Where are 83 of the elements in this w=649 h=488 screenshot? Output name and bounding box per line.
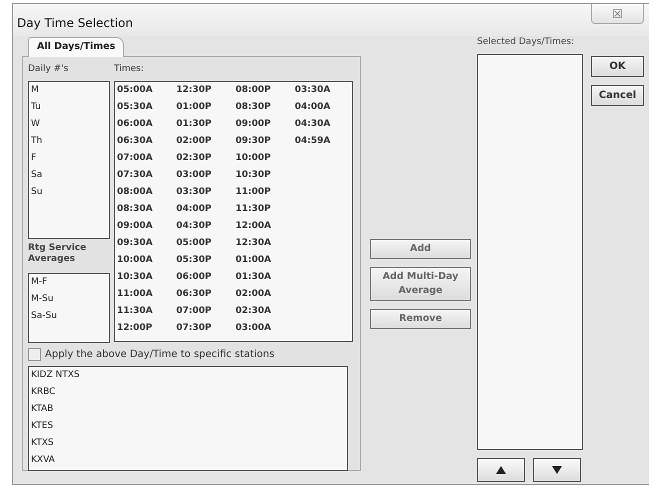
close-button[interactable]: ☒ bbox=[591, 4, 644, 24]
time-item[interactable]: 12:00A bbox=[234, 218, 293, 235]
time-item[interactable]: 07:00A bbox=[115, 150, 174, 167]
list-item[interactable]: M-F bbox=[29, 274, 109, 291]
list-item[interactable]: Th bbox=[29, 132, 109, 150]
time-item[interactable]: 07:00P bbox=[174, 302, 234, 320]
time-item[interactable]: 03:00A bbox=[234, 320, 293, 337]
station-item[interactable]: KTAB bbox=[29, 400, 347, 418]
down-triangle-icon bbox=[552, 466, 562, 474]
time-item[interactable]: 09:30P bbox=[234, 132, 293, 150]
time-item[interactable]: 01:00A bbox=[234, 252, 293, 269]
list-item[interactable]: Sa bbox=[29, 166, 109, 184]
time-item[interactable]: 03:30P bbox=[174, 184, 234, 201]
time-item[interactable]: 11:00A bbox=[115, 286, 174, 303]
time-item[interactable]: 09:00P bbox=[234, 116, 293, 133]
time-item[interactable]: 12:00P bbox=[115, 320, 174, 337]
remove-button[interactable]: Remove bbox=[370, 309, 471, 329]
time-item[interactable]: 04:59A bbox=[292, 132, 352, 150]
list-item[interactable]: Tu bbox=[29, 98, 109, 116]
time-item[interactable]: 11:30P bbox=[234, 200, 293, 218]
time-item[interactable]: 04:30A bbox=[292, 116, 352, 133]
up-triangle-icon bbox=[496, 466, 506, 474]
time-item[interactable]: 02:30P bbox=[174, 150, 234, 167]
time-item[interactable]: 08:00A bbox=[115, 184, 174, 201]
list-item[interactable]: Su bbox=[29, 184, 109, 201]
list-item[interactable]: Sa-Su bbox=[29, 308, 109, 325]
tab[interactable]: All Days/Times bbox=[28, 37, 124, 58]
list-item[interactable]: M bbox=[29, 82, 109, 99]
time-item[interactable]: 02:00P bbox=[174, 132, 234, 150]
time-item[interactable]: 05:00P bbox=[174, 234, 234, 252]
times-label: Times: bbox=[114, 63, 145, 76]
time-item[interactable]: 09:00A bbox=[115, 218, 174, 235]
time-item[interactable]: 08:30A bbox=[115, 200, 174, 218]
daily-label: Daily #'s bbox=[28, 63, 70, 76]
time-item[interactable]: 10:30P bbox=[234, 166, 293, 184]
time-item[interactable]: 06:30P bbox=[174, 286, 234, 303]
move-up-button[interactable] bbox=[477, 458, 525, 482]
move-down-button[interactable] bbox=[533, 458, 581, 482]
time-item[interactable]: 06:30A bbox=[115, 132, 174, 150]
station-item[interactable]: KRBC bbox=[29, 384, 347, 401]
averages-label: Rtg Service Averages bbox=[28, 242, 88, 265]
list-item[interactable]: F bbox=[29, 150, 109, 167]
time-item[interactable]: 11:00P bbox=[234, 184, 293, 201]
ok-button[interactable]: OK bbox=[591, 56, 644, 76]
time-item[interactable]: 04:30P bbox=[174, 218, 234, 235]
time-item[interactable]: 04:00A bbox=[292, 98, 352, 116]
station-item[interactable]: KXVA bbox=[29, 452, 347, 469]
time-item[interactable]: 07:30A bbox=[115, 166, 174, 184]
time-item[interactable]: 03:00P bbox=[174, 166, 234, 184]
time-item[interactable]: 10:00A bbox=[115, 252, 174, 269]
time-item[interactable]: 12:30P bbox=[174, 82, 234, 99]
time-item[interactable]: 05:00A bbox=[115, 82, 174, 99]
time-item[interactable]: 01:00P bbox=[174, 98, 234, 116]
time-item[interactable]: 06:00P bbox=[174, 268, 234, 286]
time-item[interactable]: 05:30P bbox=[174, 252, 234, 269]
time-item[interactable]: 05:30A bbox=[115, 98, 174, 116]
time-item[interactable]: 01:30P bbox=[174, 116, 234, 133]
add-average-button[interactable]: Add Multi-Day Average bbox=[370, 267, 471, 301]
station-item[interactable]: KTXS bbox=[29, 434, 347, 452]
time-item[interactable]: 01:30A bbox=[234, 268, 293, 286]
time-item[interactable]: 04:00P bbox=[174, 200, 234, 218]
add-button[interactable]: Add bbox=[370, 239, 471, 259]
time-item[interactable]: 09:30A bbox=[115, 234, 174, 252]
list-item[interactable]: W bbox=[29, 116, 109, 133]
time-item[interactable]: 02:00A bbox=[234, 286, 293, 303]
station-item[interactable]: KTES bbox=[29, 418, 347, 435]
time-item[interactable]: 10:00P bbox=[234, 150, 293, 167]
time-item[interactable]: 08:00P bbox=[234, 82, 293, 99]
time-item[interactable]: 11:30A bbox=[115, 302, 174, 320]
selected-label: Selected Days/Times: bbox=[477, 36, 576, 49]
window-title: Day Time Selection bbox=[16, 15, 133, 32]
time-item[interactable]: 02:30A bbox=[234, 302, 293, 320]
list-item[interactable]: M-Su bbox=[29, 290, 109, 308]
time-item[interactable]: 08:30P bbox=[234, 98, 293, 116]
time-item[interactable]: 03:30A bbox=[292, 82, 352, 99]
time-item[interactable]: 12:30A bbox=[234, 234, 293, 252]
time-item[interactable]: 10:30A bbox=[115, 268, 174, 286]
checkbox[interactable] bbox=[28, 348, 41, 361]
time-item[interactable]: 06:00A bbox=[115, 116, 174, 133]
cancel-button[interactable]: Cancel bbox=[591, 84, 644, 106]
time-item[interactable]: 07:30P bbox=[174, 320, 234, 337]
checkbox-label: Apply the above Day/Time to specific stations bbox=[45, 348, 274, 362]
station-item[interactable]: KIDZ NTXS bbox=[29, 366, 347, 384]
